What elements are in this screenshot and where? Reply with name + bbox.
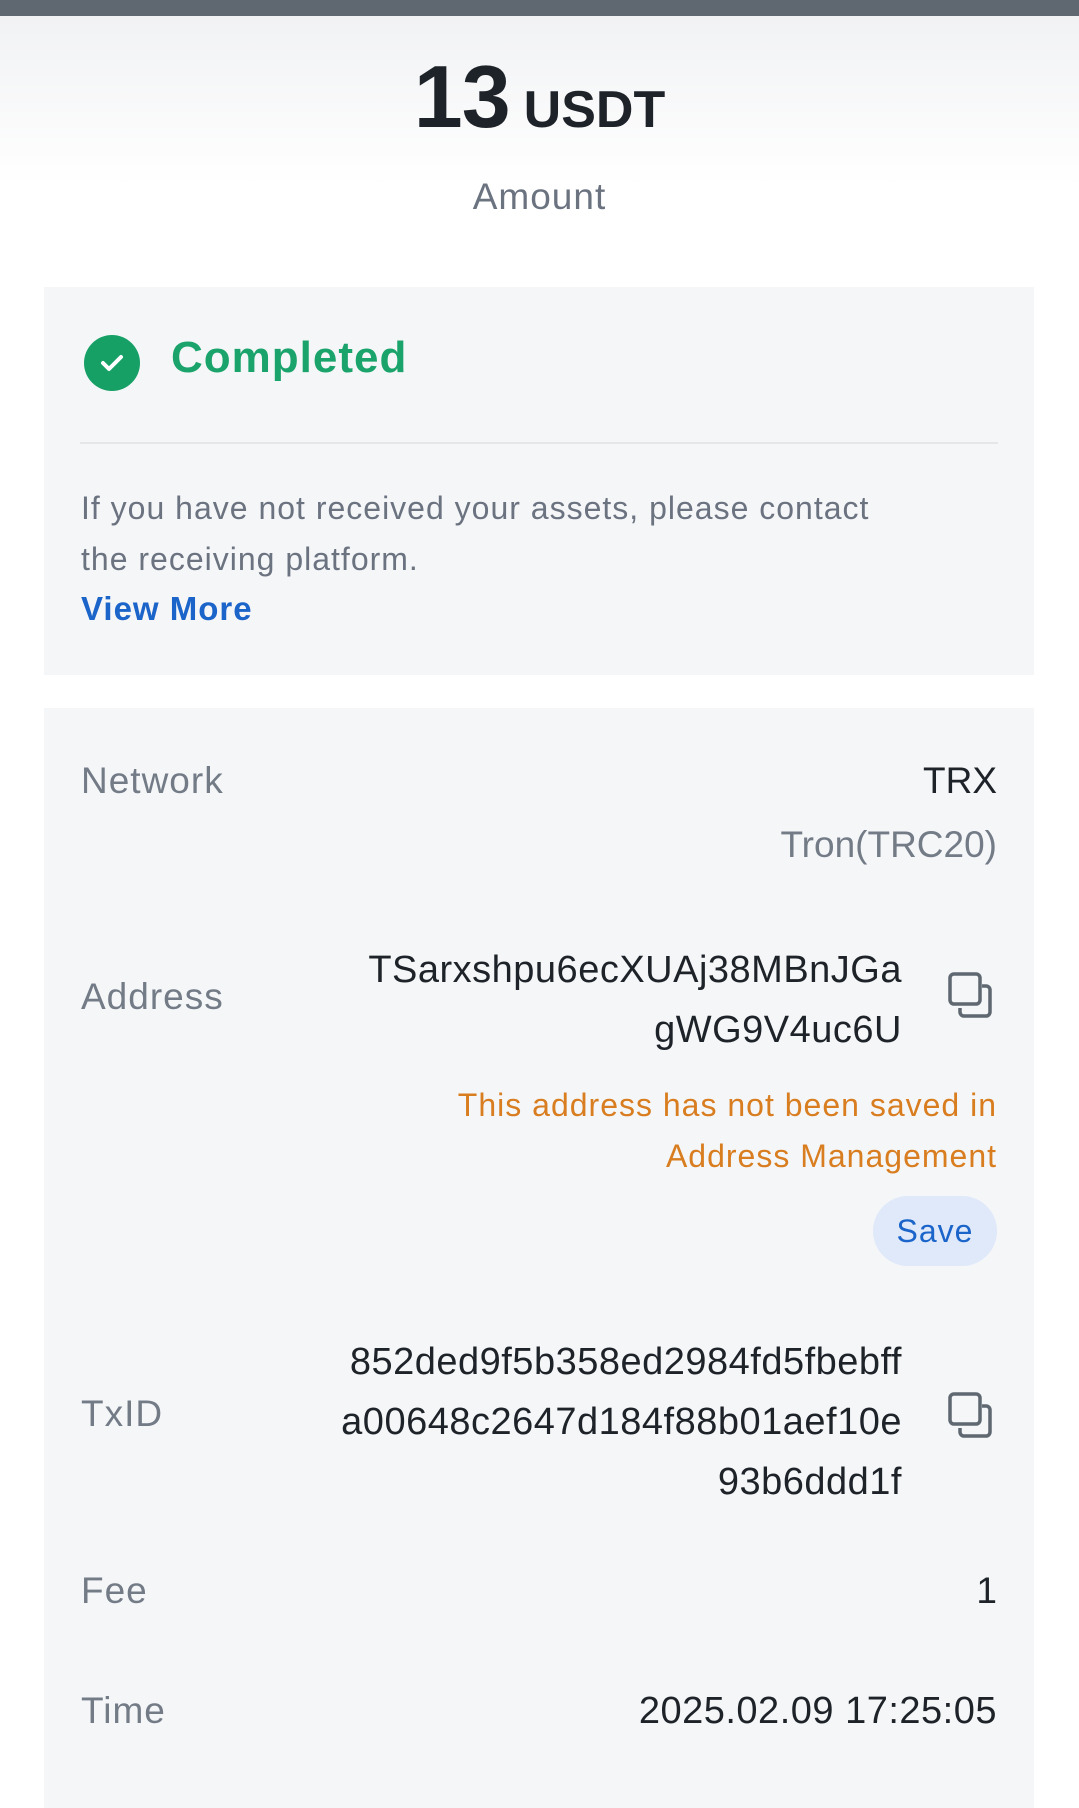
copy-icon[interactable]: [944, 1388, 996, 1440]
txid-label: TxID: [81, 1393, 164, 1434]
notice-line: If you have not received your assets, pl…: [81, 490, 870, 526]
amount-value: 13: [413, 47, 511, 146]
txid-value[interactable]: 852ded9f5b358ed2984fd5fbebff a00648c2647…: [341, 1332, 902, 1512]
network-value: TRX: [923, 760, 997, 801]
view-more-link[interactable]: View More: [81, 590, 253, 628]
check-circle-icon: [84, 335, 140, 391]
system-status-bar: [0, 0, 1079, 16]
warning-line: Address Management: [665, 1138, 997, 1174]
notice-line: the receiving platform.: [81, 541, 419, 577]
address-line: TSarxshpu6ecXUAj38MBnJGa: [368, 949, 902, 991]
address-warning: This address has not been saved in Addre…: [458, 1080, 997, 1182]
fee-value: 1: [976, 1570, 997, 1611]
time-value: 2025.02.09 17:25:05: [638, 1690, 997, 1732]
amount-label: Amount: [472, 176, 607, 217]
address-label: Address: [81, 976, 224, 1017]
details-card: Network TRX Tron(TRC20) Address TSarxshp…: [44, 708, 1034, 1808]
save-address-button[interactable]: Save: [873, 1196, 997, 1266]
amount-display: 13 USDT: [0, 46, 1079, 148]
network-subtitle: Tron(TRC20): [780, 824, 997, 865]
status-card: Completed If you have not received your …: [44, 287, 1034, 675]
divider: [80, 442, 998, 444]
fee-label: Fee: [81, 1570, 148, 1611]
amount-unit: USDT: [523, 81, 666, 139]
copy-icon[interactable]: [944, 968, 996, 1020]
txid-line: 852ded9f5b358ed2984fd5fbebff: [349, 1341, 902, 1383]
network-label: Network: [81, 760, 224, 801]
warning-line: This address has not been saved in: [457, 1087, 997, 1123]
txid-line: 93b6ddd1f: [717, 1461, 902, 1503]
time-label: Time: [81, 1690, 166, 1731]
status-text: Completed: [171, 333, 408, 382]
notice-text: If you have not received your assets, pl…: [81, 483, 981, 585]
txid-line: a00648c2647d184f88b01aef10e: [341, 1401, 902, 1443]
address-line: gWG9V4uc6U: [654, 1009, 902, 1051]
address-value[interactable]: TSarxshpu6ecXUAj38MBnJGa gWG9V4uc6U: [368, 940, 902, 1060]
